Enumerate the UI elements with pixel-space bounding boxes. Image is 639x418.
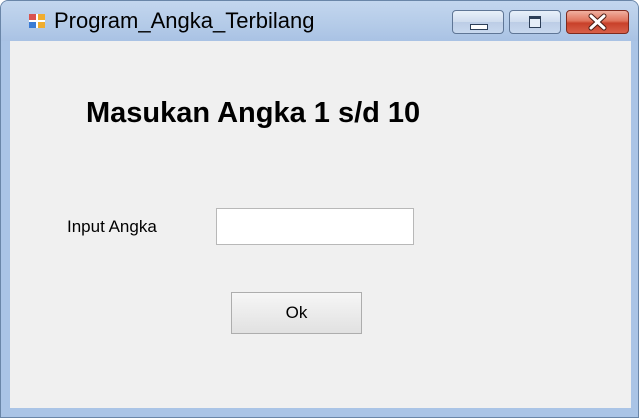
maximize-icon <box>529 16 541 28</box>
maximize-button[interactable] <box>509 10 561 34</box>
close-icon <box>588 13 607 31</box>
input-angka-label: Input Angka <box>67 217 157 236</box>
form-heading: Masukan Angka 1 s/d 10 <box>86 97 421 129</box>
minimize-icon <box>470 24 488 30</box>
window-title: Program_Angka_Terbilang <box>54 8 315 33</box>
windows-form-icon <box>29 14 45 28</box>
input-angka-field[interactable] <box>216 208 414 245</box>
title-bar[interactable]: Program_Angka_Terbilang <box>1 1 638 41</box>
minimize-button[interactable] <box>452 10 504 34</box>
ok-button[interactable]: Ok <box>231 292 362 334</box>
close-button[interactable] <box>566 10 629 34</box>
